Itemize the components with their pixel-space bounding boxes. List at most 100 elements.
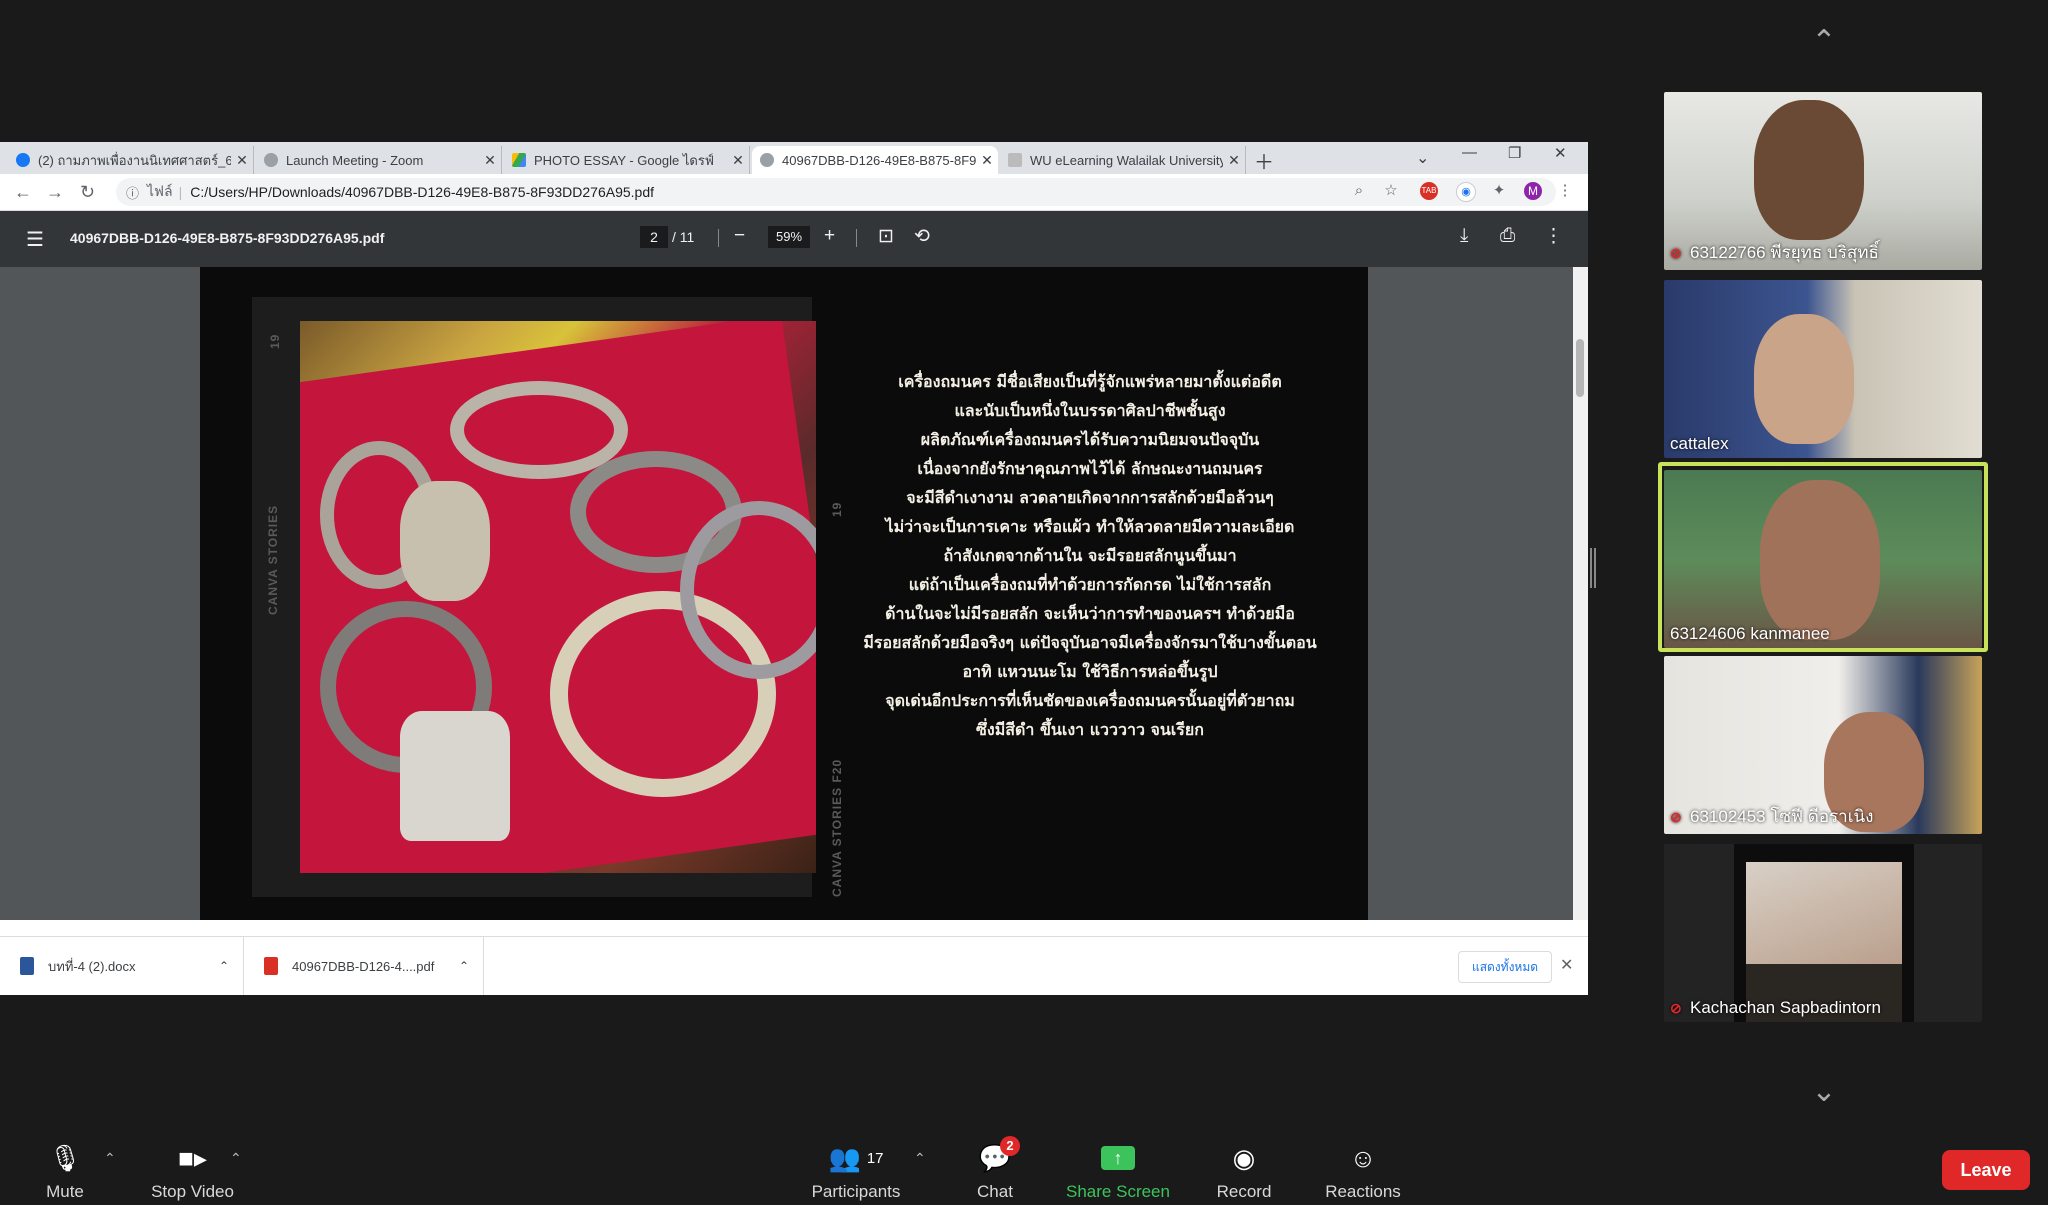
close-icon[interactable]: ✕	[231, 152, 253, 169]
audio-options-caret[interactable]: ⌃	[104, 1150, 116, 1167]
meeting-toolbar: 🎙 Mute ⌃ ■▸ Stop Video ⌃ 👥 17 Participant…	[0, 1130, 2048, 1205]
video-options-caret[interactable]: ⌃	[230, 1150, 242, 1167]
url-divider: |	[178, 184, 183, 200]
mute-button[interactable]: 🎙 Mute	[30, 1130, 100, 1205]
forward-icon[interactable]: →	[46, 182, 64, 203]
zoom-lens-icon[interactable]: ⌕	[1350, 182, 1368, 200]
chat-label: Chat	[977, 1182, 1013, 1201]
poem-line: จุดเด่นอีกประการที่เห็นชัดของเครื่องถมนค…	[885, 691, 1295, 710]
download-item-docx[interactable]: บทที่-4 (2).docx ⌃	[0, 937, 244, 995]
url-text: C:/Users/HP/Downloads/40967DBB-D126-49E8…	[190, 184, 655, 200]
reactions-button[interactable]: ☺ Reactions	[1316, 1130, 1410, 1205]
close-icon[interactable]: ✕	[727, 152, 749, 169]
leave-button[interactable]: Leave	[1942, 1150, 2030, 1190]
pdf-viewport[interactable]: 19 CANVA STORIES 19 CANVA STORIES F20 เค…	[0, 267, 1588, 920]
active-speaker-highlight	[1658, 462, 1988, 652]
zoom-out-icon[interactable]: −	[734, 225, 745, 247]
facebook-icon	[16, 153, 30, 167]
close-downloads-icon[interactable]: ✕	[1560, 955, 1573, 975]
mute-label: Mute	[46, 1182, 84, 1201]
chevron-up-icon[interactable]: ⌃	[459, 959, 469, 973]
back-icon[interactable]: ←	[14, 182, 32, 203]
film-number: 19	[268, 333, 282, 349]
tab-zoom[interactable]: Launch Meeting - Zoom ✕	[256, 146, 502, 174]
share-screen-icon: ↑	[1058, 1138, 1178, 1178]
rotate-icon[interactable]: ⟲	[914, 225, 930, 248]
downloads-bar: บทที่-4 (2).docx ⌃ 40967DBB-D126-4....pd…	[0, 936, 1588, 995]
tab-wu-elearning[interactable]: WU eLearning Walailak University ✕	[1000, 146, 1246, 174]
nielloware-photo	[300, 321, 816, 873]
participant-name-tag: cattalex	[1670, 434, 1729, 454]
new-tab-button[interactable]: ＋	[1254, 146, 1274, 175]
zoom-level-input[interactable]: 59%	[768, 226, 810, 248]
hamburger-icon[interactable]: ☰	[26, 227, 44, 252]
stupa-ornament	[400, 711, 510, 841]
extension-red-icon[interactable]: TAB	[1420, 182, 1438, 200]
stop-video-button[interactable]: ■▸ Stop Video	[140, 1130, 245, 1205]
tab-search-icon[interactable]: ⌄	[1416, 148, 1429, 168]
poem-line: อาทิ แหวนนะโม ใช้วิธีการหล่อขึ้นรูป	[962, 662, 1218, 681]
participants-button[interactable]: 👥 17 Participants	[800, 1130, 912, 1205]
poem-line: แต่ถ้าเป็นเครื่องถมที่ทำด้วยการกัดกรด ไม…	[908, 575, 1272, 594]
participant-name: 63122766 พีรยุทธ บริสุทธิ์	[1690, 243, 1879, 262]
extension-blue-icon[interactable]: ◉	[1456, 182, 1476, 202]
share-screen-button[interactable]: ↑ Share Screen	[1058, 1130, 1178, 1205]
minimize-button[interactable]: —	[1462, 144, 1477, 161]
tab-facebook[interactable]: (2) ถามภาพเพื่องานนิเทศศาสตร์_63 | ✕	[8, 146, 254, 174]
pdf-filename: 40967DBB-D126-49E8-B875-8F93DD276A95.pdf	[70, 230, 385, 246]
info-icon[interactable]: ⓘ	[126, 183, 139, 202]
record-button[interactable]: ◉ Record	[1204, 1130, 1284, 1205]
tab-label: PHOTO ESSAY - Google ไดรฟ์	[534, 152, 715, 168]
panel-resize-handle[interactable]	[1590, 548, 1596, 588]
zoom-in-icon[interactable]: +	[824, 225, 835, 247]
address-bar[interactable]: ⓘ ไฟล์ | C:/Users/HP/Downloads/40967DBB-…	[116, 178, 1556, 206]
document-icon	[1008, 153, 1022, 167]
participant-tile[interactable]: ⊘ Kachachan Sapbadintorn	[1664, 844, 1982, 1022]
participant-video	[1754, 314, 1854, 444]
close-icon[interactable]: ✕	[976, 152, 998, 169]
download-filename: 40967DBB-D126-4....pdf	[292, 958, 435, 974]
puzzle-icon[interactable]: ✦	[1490, 182, 1508, 200]
poem-line: ไม่ว่าจะเป็นการเคาะ หรือแผ้ว ทำให้ลวดลาย…	[885, 517, 1295, 536]
participant-name: Kachachan Sapbadintorn	[1690, 998, 1881, 1017]
fit-page-icon[interactable]: ⊡	[878, 225, 894, 248]
niello-box	[400, 481, 490, 601]
close-icon[interactable]: ✕	[479, 152, 501, 169]
download-item-pdf[interactable]: 40967DBB-D126-4....pdf ⌃	[244, 937, 484, 995]
profile-avatar[interactable]: M	[1524, 182, 1542, 200]
google-drive-icon	[512, 153, 526, 167]
participant-tile[interactable]: ⊘ 63122766 พีรยุทธ บริสุทธิ์	[1664, 92, 1982, 270]
more-options-icon[interactable]: ⋮	[1544, 225, 1563, 248]
participants-options-caret[interactable]: ⌃	[914, 1150, 926, 1167]
mic-muted-icon: ⊘	[1670, 808, 1682, 825]
tab-pdf[interactable]: 40967DBB-D126-49E8-B875-8F9 ✕	[752, 146, 998, 174]
shared-screen: (2) ถามภาพเพื่องานนิเทศศาสตร์_63 | ✕ Lau…	[0, 142, 1588, 995]
scroll-up-icon[interactable]: ⌃	[1800, 27, 1848, 57]
participants-icon: 👥 17	[828, 1142, 884, 1173]
browser-tab-bar: (2) ถามภาพเพื่องานนิเทศศาสตร์_63 | ✕ Lau…	[0, 142, 1588, 174]
participant-tile[interactable]: cattalex	[1664, 280, 1982, 458]
scroll-down-icon[interactable]: ⌄	[1800, 1077, 1848, 1107]
download-icon[interactable]: ⤓	[1460, 225, 1468, 247]
record-label: Record	[1216, 1182, 1272, 1201]
kebab-menu-icon[interactable]: ⋮	[1556, 182, 1574, 200]
participant-tile[interactable]: ⊘ 63102453 โซฟี ดีอราเนิง	[1664, 656, 1982, 834]
page-number-input[interactable]: 2	[640, 226, 668, 248]
print-icon[interactable]: ⎙	[1500, 225, 1515, 247]
window-close-button[interactable]: ✕	[1554, 144, 1567, 162]
chevron-up-icon[interactable]: ⌃	[219, 959, 229, 973]
chat-unread-badge: 2	[1000, 1136, 1020, 1156]
chat-button[interactable]: 💬 Chat	[960, 1130, 1030, 1205]
poem-line: ถ้าสังเกตจากด้านใน จะมีรอยสลักนูนขึ้นมา	[943, 546, 1237, 565]
restore-button[interactable]: ❐	[1508, 144, 1521, 162]
bookmark-star-icon[interactable]: ☆	[1382, 182, 1400, 200]
poem-line: ผลิตภัณฑ์เครื่องถมนครได้รับความนิยมจนปัจ…	[920, 430, 1260, 449]
reload-icon[interactable]: ↻	[80, 182, 95, 203]
scrollbar-thumb[interactable]	[1576, 339, 1584, 397]
show-all-button[interactable]: แสดงทั้งหมด	[1458, 951, 1552, 983]
record-icon: ◉	[1232, 1142, 1256, 1173]
close-icon[interactable]: ✕	[1223, 152, 1245, 169]
tab-google-drive[interactable]: PHOTO ESSAY - Google ไดรฟ์ ✕	[504, 146, 750, 174]
poem-line: และนับเป็นหนึ่งในบรรดาศิลปาชีพชั้นสูง	[954, 401, 1226, 420]
poem-line: ด้านในจะไม่มีรอยสลัก จะเห็นว่าการทำของนค…	[885, 604, 1295, 623]
